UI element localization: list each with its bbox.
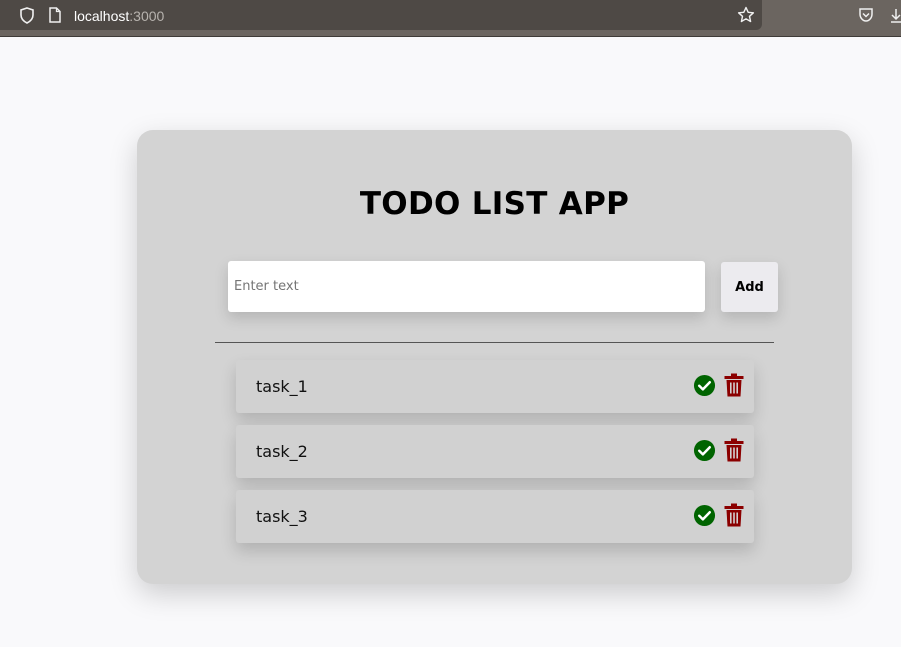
url-port: :3000	[129, 8, 165, 24]
add-button[interactable]: Add	[721, 262, 778, 312]
trash-icon[interactable]	[724, 373, 744, 402]
task-label: task_3	[256, 507, 308, 526]
task-item: task_1	[236, 360, 754, 413]
trash-icon[interactable]	[724, 503, 744, 532]
pocket-icon[interactable]	[858, 7, 874, 28]
address-bar[interactable]: localhost:3000	[0, 0, 762, 30]
task-label: task_1	[256, 377, 308, 396]
task-label: task_2	[256, 442, 308, 461]
page-icon[interactable]	[48, 7, 62, 28]
download-icon[interactable]	[890, 7, 901, 28]
check-circle-icon[interactable]	[693, 439, 716, 467]
task-item: task_2	[236, 425, 754, 478]
divider	[215, 342, 774, 343]
trash-icon[interactable]	[724, 438, 744, 467]
task-input[interactable]	[228, 261, 705, 312]
todo-card: TODO LIST APP Add task_1 task_2	[137, 130, 852, 584]
check-circle-icon[interactable]	[693, 374, 716, 402]
shield-icon[interactable]	[19, 7, 35, 29]
task-item: task_3	[236, 490, 754, 543]
url-text[interactable]: localhost:3000	[74, 8, 164, 24]
url-host: localhost	[74, 8, 130, 24]
browser-toolbar: localhost:3000	[0, 0, 901, 37]
check-circle-icon[interactable]	[693, 504, 716, 532]
bookmark-star-icon[interactable]	[737, 6, 755, 29]
page-title: TODO LIST APP	[359, 186, 630, 222]
